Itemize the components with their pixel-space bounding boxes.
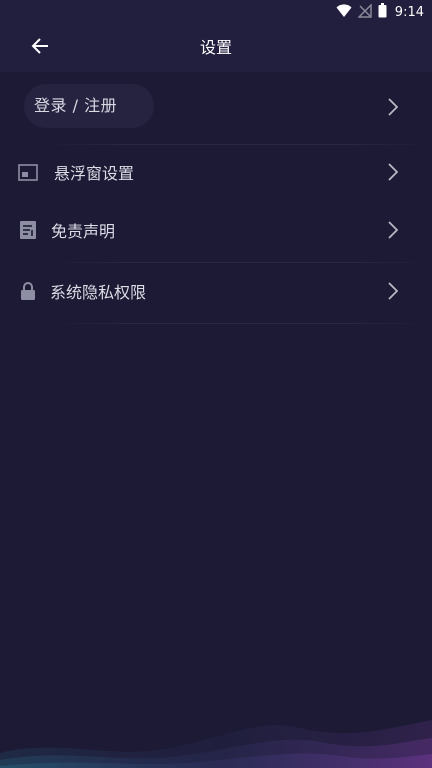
login-register-row[interactable]: 登录 / 注册 xyxy=(0,84,432,130)
menu-item-label: 系统隐私权限 xyxy=(50,283,147,302)
menu-item-disclaimer[interactable]: 免责声明 xyxy=(0,210,432,250)
chevron-right-icon xyxy=(386,220,400,240)
document-icon xyxy=(18,220,38,240)
back-button[interactable] xyxy=(20,28,60,68)
decorative-wave xyxy=(0,720,432,768)
chevron-right-icon xyxy=(386,281,400,301)
menu-item-label: 免责声明 xyxy=(51,222,116,241)
divider xyxy=(48,323,432,324)
arrow-left-icon xyxy=(31,38,49,58)
floating-window-icon xyxy=(18,162,38,182)
chevron-right-icon xyxy=(386,97,400,117)
status-bar: 9:14 xyxy=(0,0,432,24)
page-title: 设置 xyxy=(199,38,232,57)
divider xyxy=(48,262,432,263)
menu-item-label: 悬浮窗设置 xyxy=(54,164,135,183)
status-icons: 9:14 xyxy=(336,2,424,22)
app-bar: 设置 xyxy=(0,24,432,72)
divider xyxy=(44,144,432,145)
login-register-label: 登录 / 注册 xyxy=(34,96,118,115)
wifi-icon xyxy=(336,3,352,22)
no-signal-icon xyxy=(356,2,372,22)
battery-icon xyxy=(378,2,387,22)
lock-icon xyxy=(18,281,38,301)
status-time: 9:14 xyxy=(394,4,424,20)
menu-item-privacy-permissions[interactable]: 系统隐私权限 xyxy=(0,271,432,311)
menu-item-floating-window[interactable]: 悬浮窗设置 xyxy=(0,152,432,192)
chevron-right-icon xyxy=(386,162,400,182)
